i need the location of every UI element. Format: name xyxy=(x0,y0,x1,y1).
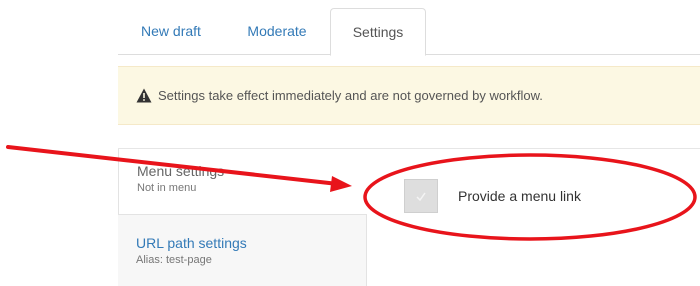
vertical-tab-menu-settings[interactable]: Menu settings Not in menu xyxy=(118,149,367,215)
alert-text: Settings take effect immediately and are… xyxy=(158,88,543,103)
menu-settings-pane: Provide a menu link xyxy=(367,149,700,286)
vertical-tab-summary: Not in menu xyxy=(137,182,197,194)
vertical-tab-url-path-settings[interactable]: URL path settings Alias: test-page xyxy=(118,215,367,286)
tab-new-draft[interactable]: New draft xyxy=(118,8,224,55)
vertical-tab-title[interactable]: URL path settings xyxy=(136,234,367,252)
vertical-tab-summary: Alias: test-page xyxy=(136,254,212,266)
check-icon xyxy=(416,192,426,201)
tab-moderate[interactable]: Moderate xyxy=(224,8,330,55)
vertical-tabs: Menu settings Not in menu URL path setti… xyxy=(118,148,700,286)
vertical-tab-list: Menu settings Not in menu URL path setti… xyxy=(118,149,367,286)
page: New draft Moderate Settings Settings tak… xyxy=(0,0,700,286)
warning-icon xyxy=(136,88,152,103)
vertical-tab-title: Menu settings xyxy=(137,163,225,179)
warning-alert: Settings take effect immediately and are… xyxy=(118,66,700,125)
provide-menu-link-row: Provide a menu link xyxy=(404,179,700,213)
tab-settings[interactable]: Settings xyxy=(330,8,426,56)
tab-bar: New draft Moderate Settings xyxy=(118,8,700,56)
provide-menu-link-label[interactable]: Provide a menu link xyxy=(458,188,581,204)
provide-menu-link-checkbox[interactable] xyxy=(404,179,438,213)
